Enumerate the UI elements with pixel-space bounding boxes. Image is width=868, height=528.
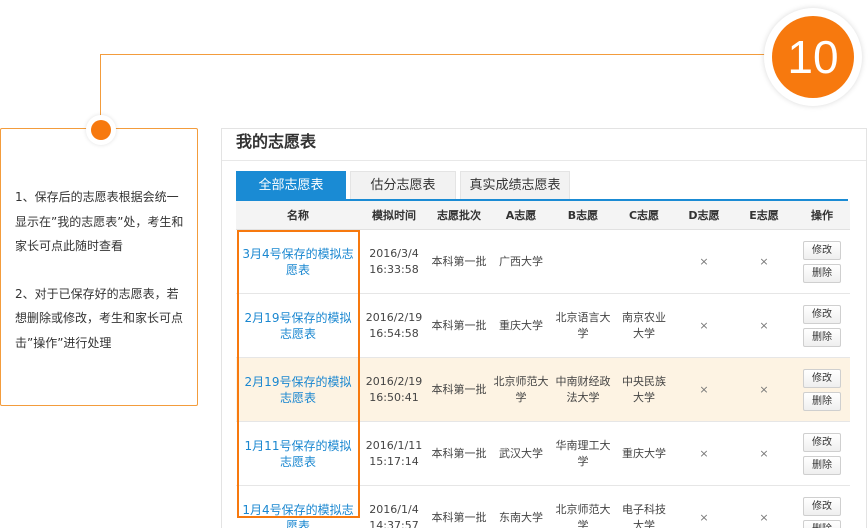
choice-e: × (734, 293, 794, 358)
applications-table: 名称 模拟时间 志愿批次 A志愿 B志愿 C志愿 D志愿 E志愿 操作 3月4号… (236, 201, 850, 528)
table-row: 3月4号保存的模拟志愿表 2016/3/4 16:33:58 本科第一批 广西大… (236, 229, 850, 294)
pointer-dot (86, 115, 116, 145)
sim-time: 2016/2/19 16:54:58 (360, 293, 428, 358)
choice-b: 北京师范大学 (552, 485, 614, 528)
step-badge: 10 (764, 8, 862, 106)
edit-button[interactable]: 修改 (803, 240, 841, 260)
batch: 本科第一批 (428, 421, 490, 486)
col-header-d: D志愿 (674, 201, 734, 230)
title-divider (222, 160, 866, 161)
choice-d: × (674, 357, 734, 422)
sim-time: 2016/2/19 16:50:41 (360, 357, 428, 422)
edit-button[interactable]: 修改 (803, 304, 841, 324)
my-applications-panel: 我的志愿表 全部志愿表 估分志愿表 真实成绩志愿表 名称 模拟时间 志愿批次 A… (221, 128, 867, 528)
col-header-name: 名称 (236, 201, 360, 230)
connector-line-horizontal (100, 54, 768, 55)
table-header-row: 名称 模拟时间 志愿批次 A志愿 B志愿 C志愿 D志愿 E志愿 操作 (236, 201, 850, 230)
delete-button[interactable]: 删除 (803, 455, 841, 475)
col-header-time: 模拟时间 (360, 201, 428, 230)
sim-time: 2016/1/4 14:37:57 (360, 485, 428, 528)
table-row: 1月4号保存的模拟志愿表 2016/1/4 14:37:57 本科第一批 东南大… (236, 485, 850, 528)
col-header-b: B志愿 (552, 201, 614, 230)
choice-a: 武汉大学 (490, 421, 552, 486)
delete-button[interactable]: 删除 (803, 519, 841, 528)
note-paragraph-1: 1、保存后的志愿表根据会统一显示在”我的志愿表”处，考生和家长可点此随时查看 (15, 190, 184, 253)
application-name-link[interactable]: 1月11号保存的模拟志愿表 (245, 439, 352, 469)
delete-button[interactable]: 删除 (803, 391, 841, 411)
col-header-a: A志愿 (490, 201, 552, 230)
choice-e: × (734, 485, 794, 528)
choice-d: × (674, 293, 734, 358)
choice-c: 电子科技大学 (614, 485, 674, 528)
delete-button[interactable]: 删除 (803, 327, 841, 347)
choice-c (614, 229, 674, 294)
choice-b: 中南财经政法大学 (552, 357, 614, 422)
choice-b: 华南理工大学 (552, 421, 614, 486)
batch: 本科第一批 (428, 485, 490, 528)
choice-a: 广西大学 (490, 229, 552, 294)
choice-e: × (734, 357, 794, 422)
col-header-batch: 志愿批次 (428, 201, 490, 230)
sim-time: 2016/1/11 15:17:14 (360, 421, 428, 486)
application-name-link[interactable]: 3月4号保存的模拟志愿表 (242, 247, 353, 277)
table-row: 1月11号保存的模拟志愿表 2016/1/11 15:17:14 本科第一批 武… (236, 421, 850, 486)
application-name-link[interactable]: 2月19号保存的模拟志愿表 (245, 375, 352, 405)
choice-a: 重庆大学 (490, 293, 552, 358)
application-name-link[interactable]: 1月4号保存的模拟志愿表 (242, 503, 353, 528)
instruction-note: 1、保存后的志愿表根据会统一显示在”我的志愿表”处，考生和家长可点此随时查看 2… (0, 128, 198, 406)
table-row: 2月19号保存的模拟志愿表 2016/2/19 16:54:58 本科第一批 重… (236, 293, 850, 358)
choice-d: × (674, 421, 734, 486)
table-row: 2月19号保存的模拟志愿表 2016/2/19 16:50:41 本科第一批 北… (236, 357, 850, 422)
page-title: 我的志愿表 (236, 132, 317, 151)
note-paragraph-2: 2、对于已保存好的志愿表，若想删除或修改，考生和家长可点击”操作”进行处理 (15, 286, 184, 350)
tab-bar: 全部志愿表 估分志愿表 真实成绩志愿表 (236, 171, 574, 199)
connector-line-vertical (100, 54, 101, 118)
choice-e: × (734, 229, 794, 294)
edit-button[interactable]: 修改 (803, 432, 841, 452)
choice-a: 东南大学 (490, 485, 552, 528)
batch: 本科第一批 (428, 357, 490, 422)
step-number: 10 (772, 16, 854, 98)
batch: 本科第一批 (428, 229, 490, 294)
choice-c: 重庆大学 (614, 421, 674, 486)
choice-c: 南京农业大学 (614, 293, 674, 358)
edit-button[interactable]: 修改 (803, 496, 841, 516)
col-header-e: E志愿 (734, 201, 794, 230)
col-header-actions: 操作 (794, 201, 850, 230)
edit-button[interactable]: 修改 (803, 368, 841, 388)
tab-estimated[interactable]: 估分志愿表 (350, 171, 456, 199)
tab-real-score[interactable]: 真实成绩志愿表 (460, 171, 570, 199)
choice-c: 中央民族大学 (614, 357, 674, 422)
sim-time: 2016/3/4 16:33:58 (360, 229, 428, 294)
tab-all[interactable]: 全部志愿表 (236, 171, 346, 199)
choice-d: × (674, 485, 734, 528)
batch: 本科第一批 (428, 293, 490, 358)
application-name-link[interactable]: 2月19号保存的模拟志愿表 (245, 311, 352, 341)
col-header-c: C志愿 (614, 201, 674, 230)
choice-b (552, 229, 614, 294)
choice-d: × (674, 229, 734, 294)
choice-a: 北京师范大学 (490, 357, 552, 422)
choice-b: 北京语言大学 (552, 293, 614, 358)
choice-e: × (734, 421, 794, 486)
delete-button[interactable]: 删除 (803, 263, 841, 283)
